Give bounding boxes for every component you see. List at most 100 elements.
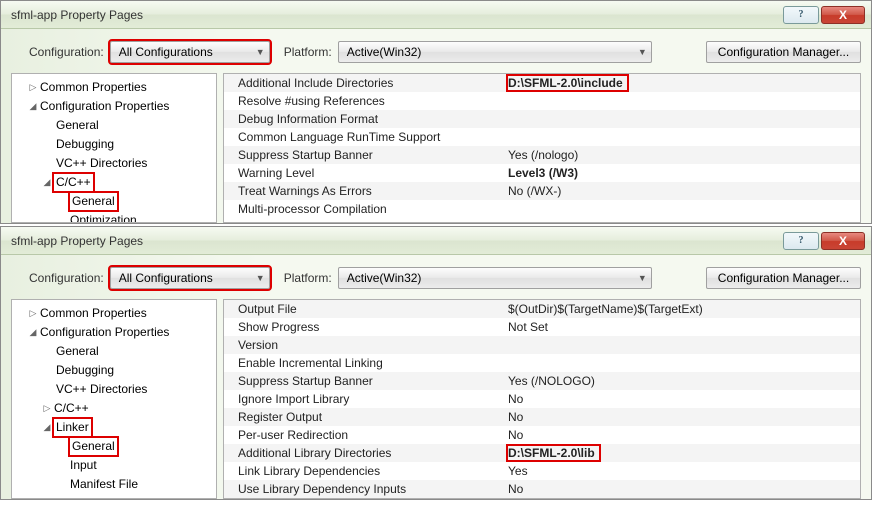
property-row[interactable]: Version	[224, 336, 860, 354]
configuration-label: Configuration:	[29, 271, 104, 285]
property-row[interactable]: Multi-processor Compilation	[224, 200, 860, 218]
tree-cpp[interactable]: ▷C/C++	[14, 399, 214, 418]
tree-configuration-properties[interactable]: ◢Configuration Properties	[14, 97, 214, 116]
property-name[interactable]: Warning Level	[238, 166, 508, 180]
property-name[interactable]: Suppress Startup Banner	[238, 148, 508, 162]
property-row[interactable]: Suppress Startup BannerYes (/NOLOGO)	[224, 372, 860, 390]
configuration-manager-button[interactable]: Configuration Manager...	[706, 267, 861, 289]
tree-common-properties[interactable]: ▷Common Properties	[14, 304, 214, 323]
expanded-icon: ◢	[42, 419, 52, 436]
help-button[interactable]: ?	[783, 6, 819, 24]
property-row[interactable]: Warning LevelLevel3 (/W3)	[224, 164, 860, 182]
property-row[interactable]: Enable Incremental Linking	[224, 354, 860, 372]
tree-linker-input[interactable]: Input	[14, 456, 214, 475]
property-value[interactable]: $(OutDir)$(TargetName)$(TargetExt)	[508, 302, 860, 316]
property-name[interactable]: Resolve #using References	[238, 94, 508, 108]
property-value[interactable]: Not Set	[508, 320, 860, 334]
property-name[interactable]: Show Progress	[238, 320, 508, 334]
expanded-icon: ◢	[28, 324, 38, 341]
tree-linker-manifest[interactable]: Manifest File	[14, 475, 214, 494]
property-value[interactable]: D:\SFML-2.0\include	[508, 76, 627, 90]
property-row[interactable]: Register OutputNo	[224, 408, 860, 426]
tree-debugging[interactable]: Debugging	[14, 361, 214, 380]
help-button[interactable]: ?	[783, 232, 819, 250]
property-name[interactable]: Additional Include Directories	[238, 76, 508, 90]
property-name[interactable]: Ignore Import Library	[238, 392, 508, 406]
property-value[interactable]: Level3 (/W3)	[508, 166, 860, 180]
tree-vcpp-directories[interactable]: VC++ Directories	[14, 154, 214, 173]
collapsed-icon: ▷	[28, 79, 38, 96]
property-grid: Additional Include DirectoriesD:\SFML-2.…	[223, 73, 861, 223]
configuration-dropdown[interactable]: All Configurations ▼	[110, 41, 270, 63]
property-row[interactable]: Suppress Startup BannerYes (/nologo)	[224, 146, 860, 164]
tree-cpp-optimization[interactable]: Optimization	[14, 211, 214, 223]
platform-label: Platform:	[284, 45, 332, 59]
property-name[interactable]: Link Library Dependencies	[238, 464, 508, 478]
property-value[interactable]: No	[508, 392, 860, 406]
property-name[interactable]: Per-user Redirection	[238, 428, 508, 442]
property-row[interactable]: Additional Library DirectoriesD:\SFML-2.…	[224, 444, 860, 462]
property-name[interactable]: Additional Library Directories	[238, 446, 508, 460]
property-row[interactable]: Resolve #using References	[224, 92, 860, 110]
property-row[interactable]: Treat Warnings As ErrorsNo (/WX-)	[224, 182, 860, 200]
close-button[interactable]: X	[821, 6, 865, 24]
property-name[interactable]: Version	[238, 338, 508, 352]
property-row[interactable]: Additional Include DirectoriesD:\SFML-2.…	[224, 74, 860, 92]
configuration-dropdown[interactable]: All Configurations ▼	[110, 267, 270, 289]
property-value[interactable]: No	[508, 482, 860, 496]
tree-cpp-general[interactable]: General	[14, 192, 214, 211]
tree-cpp[interactable]: ◢C/C++	[14, 173, 214, 192]
platform-value: Active(Win32)	[347, 271, 422, 285]
tree-vcpp-directories[interactable]: VC++ Directories	[14, 380, 214, 399]
close-button[interactable]: X	[821, 232, 865, 250]
property-name[interactable]: Treat Warnings As Errors	[238, 184, 508, 198]
tree-debugging[interactable]: Debugging	[14, 135, 214, 154]
collapsed-icon: ▷	[28, 305, 38, 322]
property-pages-dialog-cpp: sfml-app Property Pages ? X Configuratio…	[0, 0, 872, 224]
tree-general[interactable]: General	[14, 116, 214, 135]
property-value[interactable]: No	[508, 428, 860, 442]
chevron-down-icon: ▼	[256, 47, 265, 57]
property-value[interactable]: Yes (/NOLOGO)	[508, 374, 860, 388]
tree-configuration-properties[interactable]: ◢Configuration Properties	[14, 323, 214, 342]
property-row[interactable]: Common Language RunTime Support	[224, 128, 860, 146]
nav-tree: ▷Common Properties ◢Configuration Proper…	[11, 299, 217, 499]
property-name[interactable]: Enable Incremental Linking	[238, 356, 508, 370]
collapsed-icon: ▷	[42, 400, 52, 417]
property-row[interactable]: Link Library DependenciesYes	[224, 462, 860, 480]
tree-linker-general[interactable]: General	[14, 437, 214, 456]
property-row[interactable]: Output File$(OutDir)$(TargetName)$(Targe…	[224, 300, 860, 318]
tree-linker-debugging[interactable]: Debugging	[14, 494, 214, 499]
property-name[interactable]: Register Output	[238, 410, 508, 424]
dialog-body: ▷Common Properties ◢Configuration Proper…	[1, 73, 871, 223]
property-row[interactable]: Show ProgressNot Set	[224, 318, 860, 336]
property-value[interactable]: Yes (/nologo)	[508, 148, 860, 162]
property-pages-dialog-linker: sfml-app Property Pages ? X Configuratio…	[0, 226, 872, 500]
property-row[interactable]: Per-user RedirectionNo	[224, 426, 860, 444]
expanded-icon: ◢	[28, 98, 38, 115]
tree-common-properties[interactable]: ▷Common Properties	[14, 78, 214, 97]
property-name[interactable]: Suppress Startup Banner	[238, 374, 508, 388]
platform-dropdown[interactable]: Active(Win32) ▼	[338, 267, 652, 289]
property-name[interactable]: Debug Information Format	[238, 112, 508, 126]
property-row[interactable]: Ignore Import LibraryNo	[224, 390, 860, 408]
property-name[interactable]: Multi-processor Compilation	[238, 202, 508, 216]
property-value[interactable]: D:\SFML-2.0\lib	[508, 446, 599, 460]
platform-label: Platform:	[284, 271, 332, 285]
property-name[interactable]: Use Library Dependency Inputs	[238, 482, 508, 496]
configuration-bar: Configuration: All Configurations ▼ Plat…	[1, 29, 871, 73]
chevron-down-icon: ▼	[638, 47, 647, 57]
expanded-icon: ◢	[42, 174, 52, 191]
tree-linker[interactable]: ◢Linker	[14, 418, 214, 437]
property-value[interactable]: No	[508, 410, 860, 424]
property-value[interactable]: Yes	[508, 464, 860, 478]
property-row[interactable]: Use Library Dependency InputsNo	[224, 480, 860, 498]
property-row[interactable]: Debug Information Format	[224, 110, 860, 128]
property-name[interactable]: Output File	[238, 302, 508, 316]
property-value[interactable]: No (/WX-)	[508, 184, 860, 198]
platform-dropdown[interactable]: Active(Win32) ▼	[338, 41, 652, 63]
property-name[interactable]: Common Language RunTime Support	[238, 130, 508, 144]
title-bar: sfml-app Property Pages ? X	[1, 227, 871, 255]
tree-general[interactable]: General	[14, 342, 214, 361]
configuration-manager-button[interactable]: Configuration Manager...	[706, 41, 861, 63]
